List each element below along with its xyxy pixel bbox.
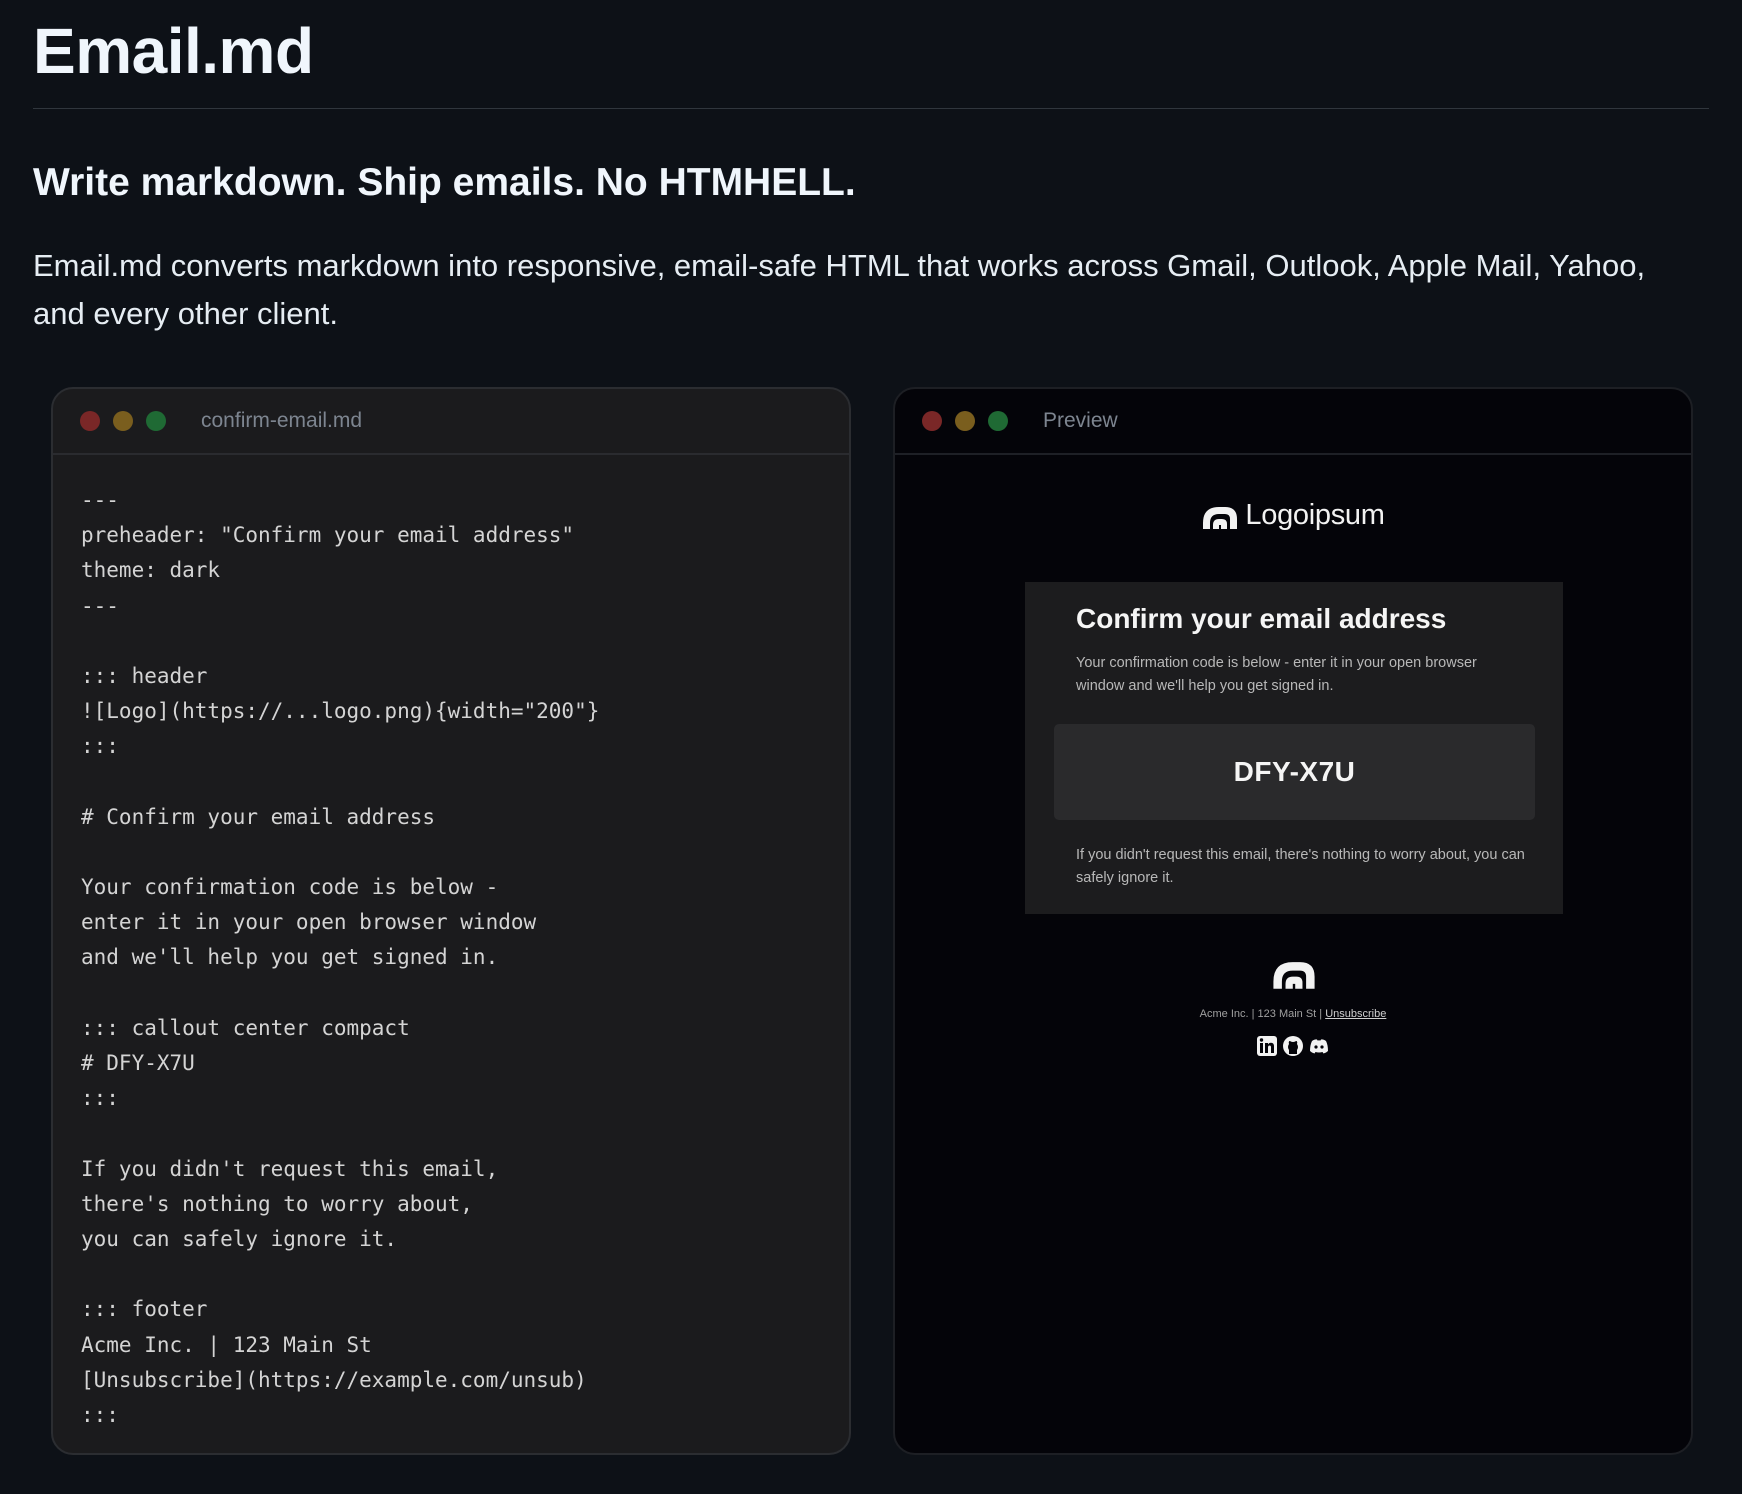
email-note-text: If you didn't request this email, there'… [1076, 847, 1525, 886]
code-line: --- [81, 488, 119, 512]
minimize-dot-icon[interactable] [955, 411, 975, 431]
code-line: # DFY-X7U [81, 1051, 195, 1075]
markdown-code[interactable]: --- preheader: "Confirm your email addres… [53, 455, 849, 1433]
code-line: enter it in your open browser window [81, 910, 537, 935]
code-line: ::: [81, 1402, 119, 1427]
footer-address: Acme Inc. | 123 Main St | [1199, 1008, 1326, 1020]
preview-window: Preview Logoipsum Confirm your email add… [893, 387, 1693, 1455]
code-line: ![Logo](https://...logo.png){width="200"… [81, 699, 600, 724]
email-heading: Confirm your email address [1076, 603, 1447, 634]
code-line: ::: [81, 1086, 119, 1111]
preview-title: Preview [1043, 409, 1118, 432]
code-line: preheader: "Confirm your email address" [81, 523, 575, 548]
code-line: ::: footer [81, 1297, 208, 1322]
github-icon[interactable] [1282, 1035, 1304, 1062]
intro-paragraph: Email.md converts markdown into responsi… [33, 248, 1646, 331]
unsubscribe-link[interactable]: Unsubscribe [1325, 1008, 1386, 1020]
footer-logo-icon [1273, 962, 1315, 989]
confirmation-code: DFY-X7U [1233, 756, 1356, 787]
code-line: Your confirmation code is below - [81, 875, 499, 900]
code-line: ::: header [81, 663, 208, 688]
logoipsum-mark-icon [1203, 506, 1238, 529]
code-line: there's nothing to worry about, [81, 1191, 473, 1216]
email-card: Confirm your email address Your confirma… [1025, 582, 1563, 914]
code-line: ::: callout center compact [81, 1015, 410, 1040]
code-line: Acme Inc. | 123 Main St [81, 1332, 372, 1357]
tagline: Write markdown. Ship emails. No HTMHELL. [33, 161, 856, 204]
code-line: ::: [81, 734, 119, 759]
editor-window: confirm-email.md --- preheader: "Confirm … [51, 387, 851, 1455]
code-line: [Unsubscribe](https://example.com/unsub) [81, 1367, 587, 1392]
preview-titlebar: Preview [895, 389, 1691, 455]
email-body-text: Your confirmation code is below - enter … [1076, 655, 1477, 694]
maximize-dot-icon[interactable] [146, 411, 166, 431]
code-line: If you didn't request this email, [81, 1156, 499, 1181]
callout-box: DFY-X7U [1054, 724, 1535, 820]
email-header-logo: Logoipsum [895, 499, 1691, 532]
close-dot-icon[interactable] [922, 411, 942, 431]
discord-icon[interactable] [1308, 1035, 1330, 1062]
code-line: --- [81, 593, 119, 618]
code-line: theme: dark [81, 558, 221, 583]
logo-wordmark: Logoipsum [1245, 499, 1385, 531]
editor-titlebar: confirm-email.md [53, 389, 849, 455]
page-title: Email.md [33, 15, 314, 87]
editor-filename: confirm-email.md [201, 409, 363, 432]
linkedin-icon[interactable] [1256, 1035, 1278, 1062]
social-icons [895, 1035, 1691, 1062]
email-footer: Acme Inc. | 123 Main St | Unsubscribe [895, 1008, 1691, 1020]
minimize-dot-icon[interactable] [113, 411, 133, 431]
title-divider [33, 108, 1709, 109]
code-line: and we'll help you get signed in. [81, 945, 499, 970]
code-line: you can safely ignore it. [81, 1226, 398, 1251]
close-dot-icon[interactable] [80, 411, 100, 431]
maximize-dot-icon[interactable] [988, 411, 1008, 431]
code-line: # Confirm your email address [81, 804, 436, 829]
